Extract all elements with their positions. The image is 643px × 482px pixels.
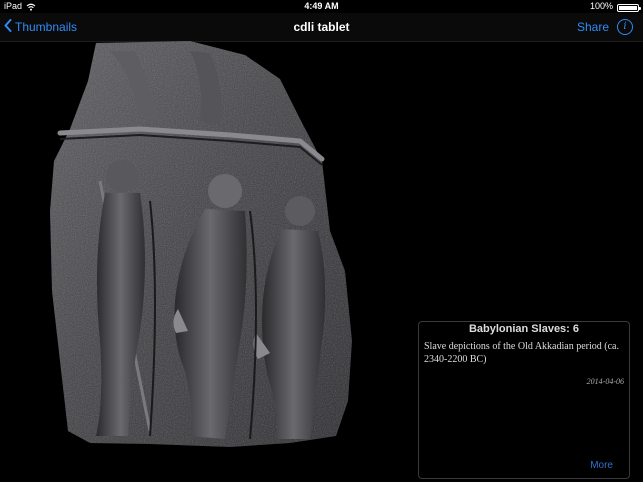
info-panel: Babylonian Slaves: 6 Slave depictions of… <box>418 321 630 479</box>
back-button[interactable]: Thumbnails <box>4 13 77 41</box>
chevron-left-icon <box>4 19 12 35</box>
back-button-label: Thumbnails <box>15 20 78 34</box>
status-right: 100% <box>589 0 641 13</box>
more-link[interactable]: More <box>590 460 613 471</box>
battery-percent: 100% <box>589 1 613 11</box>
screen: iPad 4:49 AM 100% Thumbnails cdli tablet… <box>0 0 643 482</box>
info-panel-date: 2014-04-06 <box>586 377 624 386</box>
info-panel-description: Slave depictions of the Old Akkadian per… <box>424 341 619 365</box>
page-title: cdli tablet <box>293 20 350 34</box>
battery-fill <box>619 5 637 10</box>
info-icon[interactable]: i <box>617 19 633 35</box>
status-time: 4:49 AM <box>304 1 339 11</box>
status-bar: iPad 4:49 AM 100% <box>0 0 643 13</box>
navigation-bar: Thumbnails cdli tablet Share i <box>0 13 643 42</box>
info-panel-title: Babylonian Slaves: 6 <box>468 323 580 335</box>
share-button[interactable]: Share <box>577 13 609 41</box>
battery-icon <box>617 3 641 12</box>
